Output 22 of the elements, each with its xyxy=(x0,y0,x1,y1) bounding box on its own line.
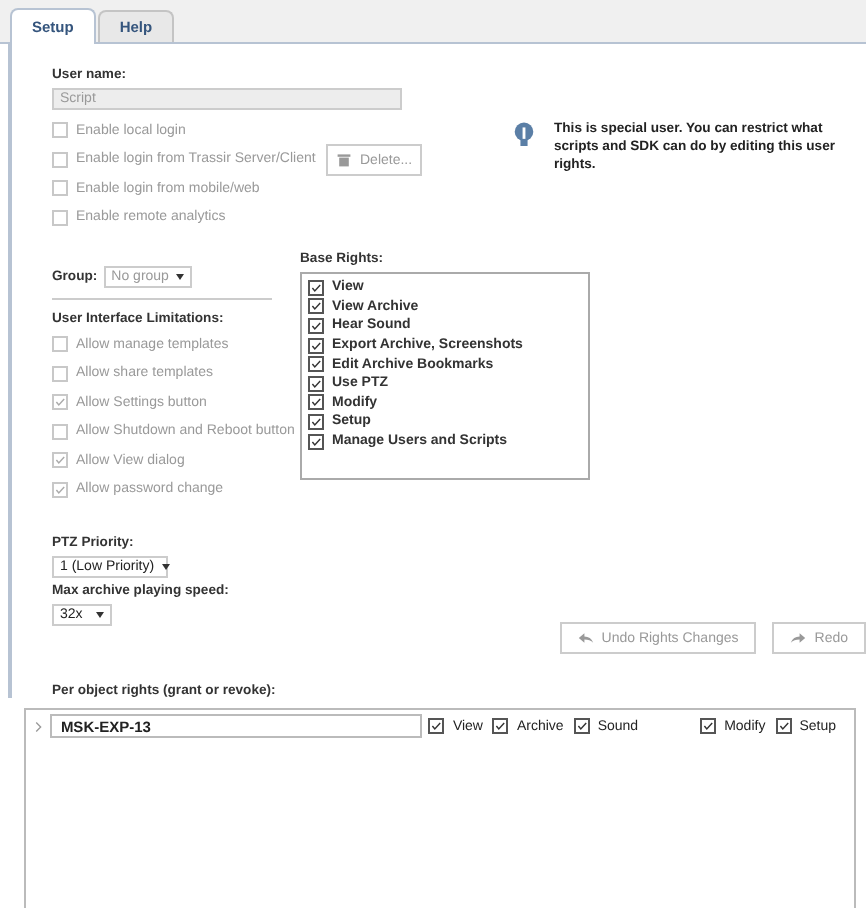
checkbox[interactable] xyxy=(492,718,509,734)
redo-icon xyxy=(790,630,807,646)
checkbox[interactable] xyxy=(573,718,590,734)
checkbox[interactable] xyxy=(308,356,324,373)
caret-icon xyxy=(96,612,104,618)
undo-icon xyxy=(577,630,594,646)
trash-icon xyxy=(336,152,352,168)
checkbox[interactable] xyxy=(308,298,324,315)
checkbox[interactable] xyxy=(308,433,324,450)
checkbox[interactable] xyxy=(428,718,445,734)
checkbox[interactable] xyxy=(308,337,324,354)
checkbox[interactable] xyxy=(775,718,792,734)
checkbox[interactable] xyxy=(308,375,324,392)
expander-icon[interactable] xyxy=(34,719,43,733)
caret-icon xyxy=(176,274,185,280)
checkbox[interactable] xyxy=(308,413,324,430)
caret-icon xyxy=(162,564,171,570)
checkbox[interactable] xyxy=(308,279,324,296)
checkbox[interactable] xyxy=(700,718,717,734)
checkbox[interactable] xyxy=(308,394,324,411)
checkbox[interactable] xyxy=(308,317,324,334)
lightbulb-icon xyxy=(514,120,534,152)
